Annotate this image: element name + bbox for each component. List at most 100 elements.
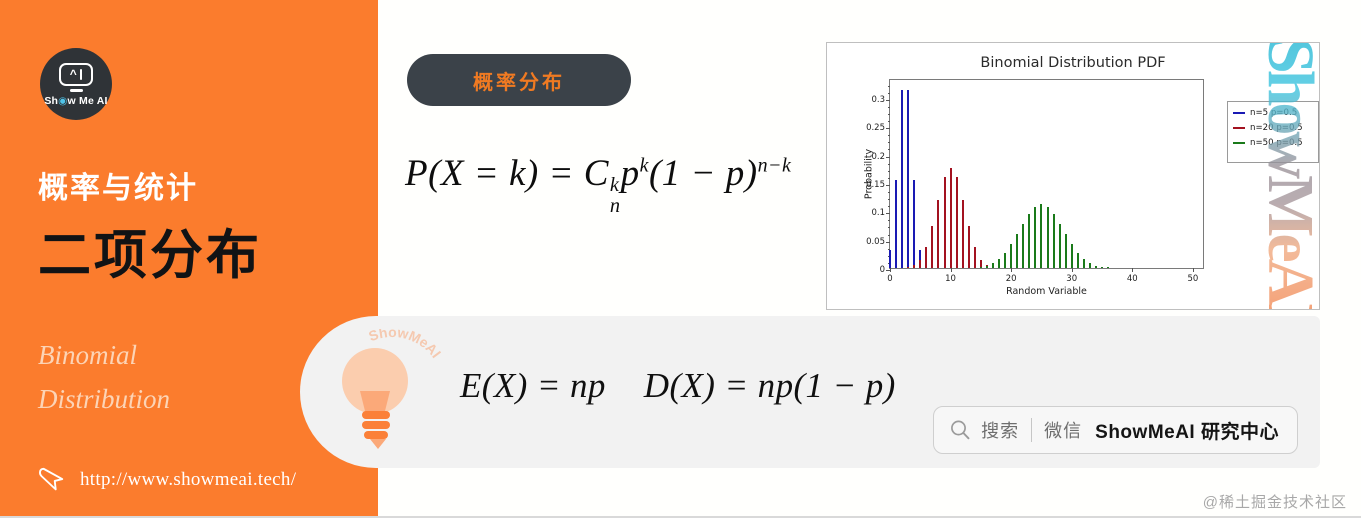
moments-formula: E(X) = np D(X) = np(1 − p) [460, 366, 896, 406]
lightbulb-curve-text: ShowMeAI [366, 329, 442, 361]
chart-y-minor-tick [887, 92, 890, 94]
chart-bar [937, 199, 940, 268]
pmf-term-p-exp: k [639, 154, 649, 177]
page-subtitle-line1: Binomial [38, 340, 137, 370]
chart-y-minor-tick [887, 149, 890, 151]
website-url-text: http://www.showmeai.tech/ [80, 469, 297, 490]
chart-bar [1040, 204, 1043, 268]
pmf-comb-sub: n [609, 194, 621, 217]
chart-bar [998, 258, 1001, 268]
course-kicker: 概率与统计 [38, 172, 198, 205]
brand-watermark-vertical: ShowMeAI [1254, 43, 1319, 309]
chart-y-minor-tick [887, 177, 890, 179]
chart-x-tick-mark [1192, 268, 1194, 272]
chart-y-minor-tick [887, 106, 890, 108]
chart-bar [1028, 213, 1031, 268]
chart-bar [1058, 223, 1061, 268]
pmf-term-p: p [620, 153, 640, 194]
pmf-formula: P(X = k) = Ck n pk(1 − p)n−k [405, 152, 835, 217]
chart-x-tick-mark [950, 268, 952, 272]
chart-bar [991, 262, 994, 268]
chart-y-minor-tick [887, 241, 890, 243]
chart-bar [973, 247, 976, 268]
chart-y-minor-tick [887, 114, 890, 116]
wechat-label: 微信 [1044, 421, 1083, 441]
chart-legend-label: n=5 p=0.5 [1250, 108, 1298, 118]
chart-y-tick-label: 0.3 [871, 94, 885, 105]
chart-bar [961, 199, 964, 268]
robot-neck [69, 88, 83, 92]
chart-y-tick-label: 0.1 [871, 208, 885, 219]
chart-bar [1082, 258, 1085, 268]
chart-y-tick-label: 0.05 [866, 236, 885, 247]
chart-x-tick-label: 10 [945, 274, 956, 284]
chart-bar [913, 179, 916, 268]
pmf-tail: (1 − p) [648, 153, 758, 194]
chart-card: Binomial Distribution PDF Probability 00… [826, 42, 1320, 310]
chart-bar [1022, 223, 1025, 268]
chart-x-tick-label: 0 [887, 274, 893, 284]
chart-y-minor-tick [887, 227, 890, 229]
pmf-tail-exp: n−k [757, 154, 792, 177]
chart-y-minor-tick [887, 220, 890, 222]
lightbulb-badge: ShowMeAI [316, 329, 442, 455]
chart-bar [1016, 233, 1019, 268]
chart-y-minor-tick [887, 184, 890, 186]
stats-card: ShowMeAI E(X) = np D(X) = np(1 − p) 搜索 微信… [300, 316, 1320, 468]
chart-x-tick-mark [890, 268, 891, 272]
chart-bar [1010, 244, 1013, 268]
website-url-row[interactable]: http://www.showmeai.tech/ [36, 465, 296, 495]
chart-legend-item: n=50 p=0.5 [1233, 138, 1313, 148]
chart-bar [955, 177, 958, 268]
page-subtitle: Binomial Distribution [38, 334, 170, 421]
logo-wordmark-dot: ◉ [58, 94, 68, 107]
chart-bar [907, 267, 910, 268]
chart-bar [943, 177, 946, 268]
chart-x-tick-label: 50 [1187, 274, 1199, 284]
chart-y-minor-tick [887, 142, 890, 144]
topic-tag-pill[interactable]: 概率分布 [407, 54, 631, 106]
showmeai-logo: ^ Sh◉w Me AI [40, 48, 112, 120]
topic-tag-label: 概率分布 [473, 71, 565, 94]
chart-y-minor-tick [887, 206, 890, 208]
svg-text:ShowMeAI: ShowMeAI [366, 329, 442, 361]
chart-bar [889, 250, 891, 268]
chart-bar [925, 247, 928, 268]
pmf-comb-sup: k [609, 174, 620, 197]
search-label: 搜索 [981, 421, 1020, 441]
showmeai-robot-icon: ^ [59, 63, 93, 87]
badge-divider [1031, 418, 1033, 442]
chart-plot-frame: Probability 0 0.05 0.1 0.15 0.2 0.25 0.3 0 10 20 3… [864, 79, 1204, 297]
chart-bar [1107, 267, 1110, 268]
chart-bar [1101, 266, 1104, 268]
chart-bar [967, 226, 970, 268]
chart-legend-item: n=5 p=0.5 [1233, 108, 1313, 118]
brand-label: ShowMeAI 研究中心 [1095, 421, 1279, 443]
chart-y-minor-tick [887, 128, 890, 130]
chart-x-tick-mark [1132, 268, 1134, 272]
chart-y-minor-tick [887, 199, 890, 201]
logo-wordmark: Sh◉w Me AI [44, 95, 107, 107]
search-icon [951, 420, 970, 440]
chart-y-tick-label: 0.15 [866, 179, 885, 190]
chart-y-minor-tick [887, 163, 890, 165]
wechat-search-badge[interactable]: 搜索 微信 ShowMeAI 研究中心 [933, 406, 1298, 454]
chart-bar [1094, 265, 1097, 268]
chart-x-tick-label: 30 [1066, 274, 1078, 284]
chart-bar [1088, 262, 1091, 268]
chart-legend-label: n=50 p=0.5 [1250, 138, 1303, 148]
pmf-comb-indices: kn [610, 175, 621, 217]
chart-y-tick-label: 0.25 [866, 123, 885, 134]
cursor-pointer-icon [39, 467, 64, 491]
chart-x-axis-label: Random Variable [1006, 286, 1087, 297]
chart-title: Binomial Distribution PDF [980, 55, 1166, 71]
chart-bar [985, 265, 988, 268]
robot-eye-bar [79, 69, 83, 81]
chart-bar [919, 259, 922, 268]
slide-root: ^ Sh◉w Me AI 概率与统计 二项分布 Binomial Distrib… [0, 0, 1361, 518]
page-subtitle-line2: Distribution [38, 383, 171, 414]
chart-legend: n=5 p=0.5 n=20 p=0.5 n=50 p=0.5 [1227, 101, 1319, 163]
pmf-formula-comb: Ckn [584, 153, 621, 216]
chart-bar [1046, 206, 1049, 268]
chart-x-tick-mark [1071, 268, 1073, 272]
